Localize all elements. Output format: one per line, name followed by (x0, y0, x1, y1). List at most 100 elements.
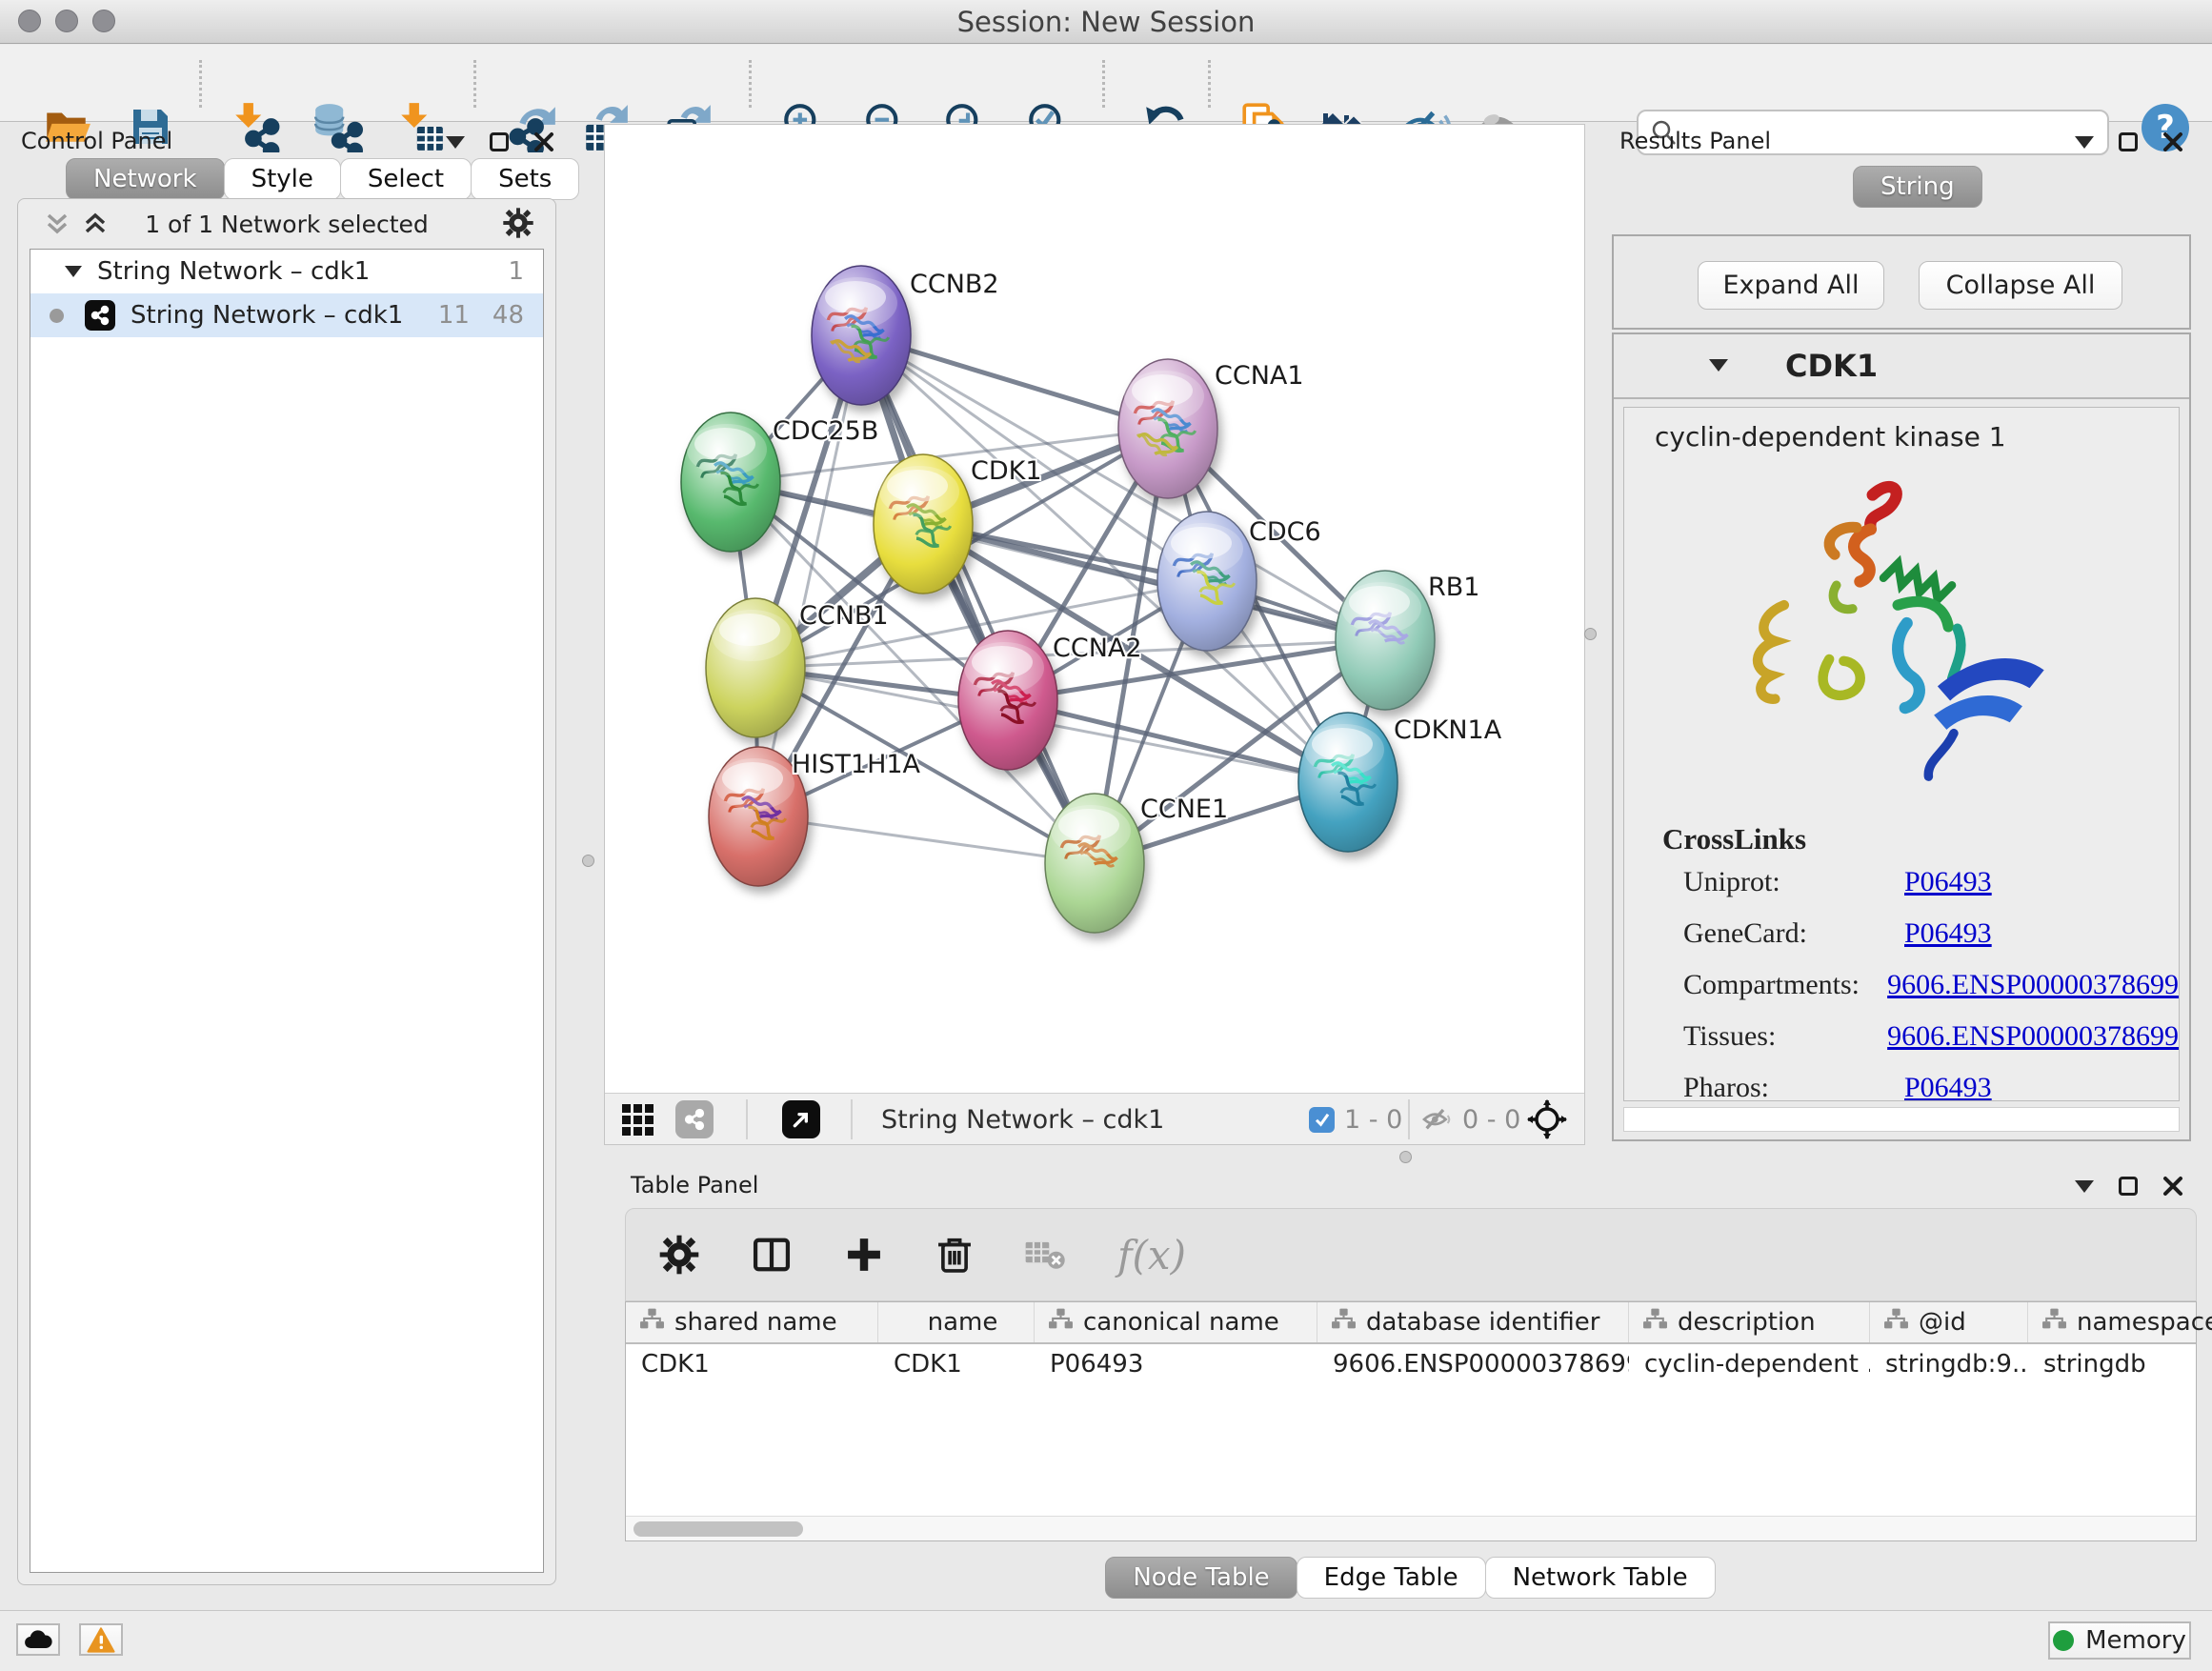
tab-string[interactable]: String (1853, 166, 1982, 208)
node-CDKN1A[interactable] (1298, 713, 1398, 852)
memory-button[interactable]: Memory (2048, 1621, 2191, 1660)
grid-view-icon[interactable] (620, 1100, 654, 1138)
pan-crosshair-icon[interactable] (1527, 1100, 1567, 1138)
table-panel-title: Table Panel (631, 1172, 758, 1198)
edge-CCNB2-CCNE1[interactable] (861, 335, 1095, 863)
float-panel-icon[interactable] (2119, 1177, 2138, 1196)
node-label-CDK1: CDK1 (971, 456, 1042, 486)
panel-menu-icon[interactable] (446, 136, 465, 149)
node-label-CCNA2: CCNA2 (1053, 634, 1142, 663)
network-graph[interactable]: CCNB2CCNA1CDC25BCDK1CDC6RB1CCNB1CCNA2CDK… (605, 125, 1584, 1093)
protein-entry-header[interactable]: CDK1 (1614, 334, 2189, 399)
warning-button[interactable] (79, 1623, 123, 1656)
node-CCNA2[interactable] (958, 631, 1057, 770)
node-CCNB1[interactable] (706, 598, 805, 737)
cloud-button[interactable] (16, 1623, 60, 1656)
node-RB1[interactable] (1336, 571, 1435, 710)
shared-column-icon (639, 1307, 665, 1339)
node-CDC6[interactable] (1157, 512, 1257, 651)
table-cell: CDK1 (626, 1344, 878, 1386)
float-panel-icon[interactable] (2119, 132, 2138, 151)
gear-icon[interactable] (502, 207, 534, 239)
tab-style[interactable]: Style (224, 158, 341, 200)
table-settings-gear-icon[interactable] (658, 1234, 700, 1276)
table-cell: stringdb (2028, 1344, 2212, 1386)
add-column-icon[interactable] (843, 1234, 885, 1276)
expand-all-button[interactable]: Expand All (1698, 261, 1884, 310)
tab-select[interactable]: Select (340, 158, 472, 200)
tab-network-table[interactable]: Network Table (1485, 1557, 1716, 1599)
network-view[interactable]: CCNB2CCNA1CDC25BCDK1CDC6RB1CCNB1CCNA2CDK… (604, 124, 1585, 1145)
edge-HIST1H1A-CCNE1[interactable] (758, 816, 1095, 863)
control-panel-title: Control Panel (21, 128, 172, 154)
close-panel-icon[interactable] (533, 131, 554, 152)
network-selection-status: 1 of 1 Network selected (18, 211, 555, 238)
column-header-database-identifier[interactable]: database identifier (1317, 1302, 1629, 1342)
crosslink-value-link[interactable]: 9606.ENSP00000378699 (1887, 969, 2179, 1001)
crosslink-value-link[interactable]: 9606.ENSP00000378699 (1887, 1020, 2179, 1053)
node-CCNA1[interactable] (1118, 359, 1217, 498)
function-builder-icon[interactable]: f(x) (1117, 1232, 1186, 1278)
column-header--id[interactable]: @id (1870, 1302, 2028, 1342)
column-header-canonical-name[interactable]: canonical name (1035, 1302, 1317, 1342)
splitter-handle[interactable] (1584, 628, 1597, 640)
column-header-name[interactable]: name (878, 1302, 1035, 1342)
title-bar: Session: New Session (0, 0, 2212, 44)
tab-node-table[interactable]: Node Table (1105, 1557, 1297, 1599)
crosslink-value-link[interactable]: P06493 (1904, 1072, 1992, 1101)
shared-column-icon (1331, 1307, 1357, 1339)
nodes-layer[interactable] (681, 266, 1435, 933)
node-CDC25B[interactable] (681, 413, 780, 552)
show-columns-icon[interactable] (750, 1234, 794, 1276)
birds-eye-view-icon[interactable] (782, 1100, 820, 1138)
panel-menu-icon[interactable] (2075, 1180, 2094, 1193)
column-header-description[interactable]: description (1629, 1302, 1870, 1342)
splitter-handle[interactable] (1399, 1151, 1412, 1163)
node-CCNE1[interactable] (1045, 794, 1144, 933)
splitter-handle[interactable] (582, 855, 594, 867)
column-header-namespace[interactable]: namespace (2028, 1302, 2212, 1342)
delete-column-icon[interactable] (935, 1233, 975, 1277)
shared-column-icon (1883, 1307, 1909, 1339)
node-CDK1[interactable] (874, 454, 973, 594)
network-list: String Network – cdk1 1 String Network –… (30, 249, 544, 1573)
crosslink-value-link[interactable]: P06493 (1904, 917, 1992, 950)
edge-CCNB2-HIST1H1A[interactable] (758, 335, 861, 816)
float-panel-icon[interactable] (490, 132, 509, 151)
tab-edge-table[interactable]: Edge Table (1297, 1557, 1486, 1599)
shared-column-icon (1642, 1307, 1668, 1339)
close-panel-icon[interactable] (2162, 131, 2183, 152)
node-CCNB2[interactable] (812, 266, 911, 405)
hidden-eye-icon[interactable] (1420, 1100, 1455, 1138)
network-view-mode-icon[interactable] (675, 1100, 714, 1138)
panel-menu-icon[interactable] (2075, 136, 2094, 149)
crosslink-row: Compartments:9606.ENSP00000378699 (1683, 969, 2179, 1001)
toolbar-separator (1408, 1099, 1410, 1139)
tab-network[interactable]: Network (66, 158, 225, 200)
crosslinks-heading: CrossLinks (1662, 822, 2179, 856)
collection-expand-icon[interactable] (65, 266, 82, 277)
entry-expand-icon[interactable] (1709, 359, 1728, 372)
collapse-all-button[interactable]: Collapse All (1919, 261, 2122, 310)
close-panel-icon[interactable] (2162, 1176, 2183, 1197)
crosslink-value-link[interactable]: P06493 (1904, 866, 1992, 898)
collection-count: 1 (508, 257, 524, 286)
table-row[interactable]: CDK1CDK1P064939606.ENSP00000378699cyclin… (626, 1344, 2196, 1386)
toolbar-separator (1208, 60, 1211, 108)
edges-layer[interactable] (731, 335, 1385, 863)
toolbar-separator (1102, 60, 1105, 108)
edge-CCNA2-CDKN1A[interactable] (1008, 700, 1348, 782)
tab-sets[interactable]: Sets (471, 158, 579, 200)
column-header-shared-name[interactable]: shared name (626, 1302, 878, 1342)
network-collection-row[interactable]: String Network – cdk1 1 (30, 250, 543, 293)
crosslinks-list: Uniprot:P06493GeneCard:P06493Compartment… (1624, 866, 2179, 1101)
crosslink-label: Pharos: (1683, 1072, 1904, 1101)
selected-checkbox[interactable] (1309, 1100, 1335, 1138)
scrollbar-thumb[interactable] (633, 1521, 803, 1537)
hidden-count: 0 - 0 (1462, 1105, 1520, 1135)
table-cell: 9606.ENSP00000378699 (1317, 1344, 1629, 1386)
main-toolbar: ? (0, 45, 2212, 122)
network-row-selected[interactable]: String Network – cdk1 11 48 (30, 293, 543, 337)
delete-table-icon[interactable] (1024, 1236, 1068, 1274)
node-label-CCNE1: CCNE1 (1140, 795, 1228, 824)
